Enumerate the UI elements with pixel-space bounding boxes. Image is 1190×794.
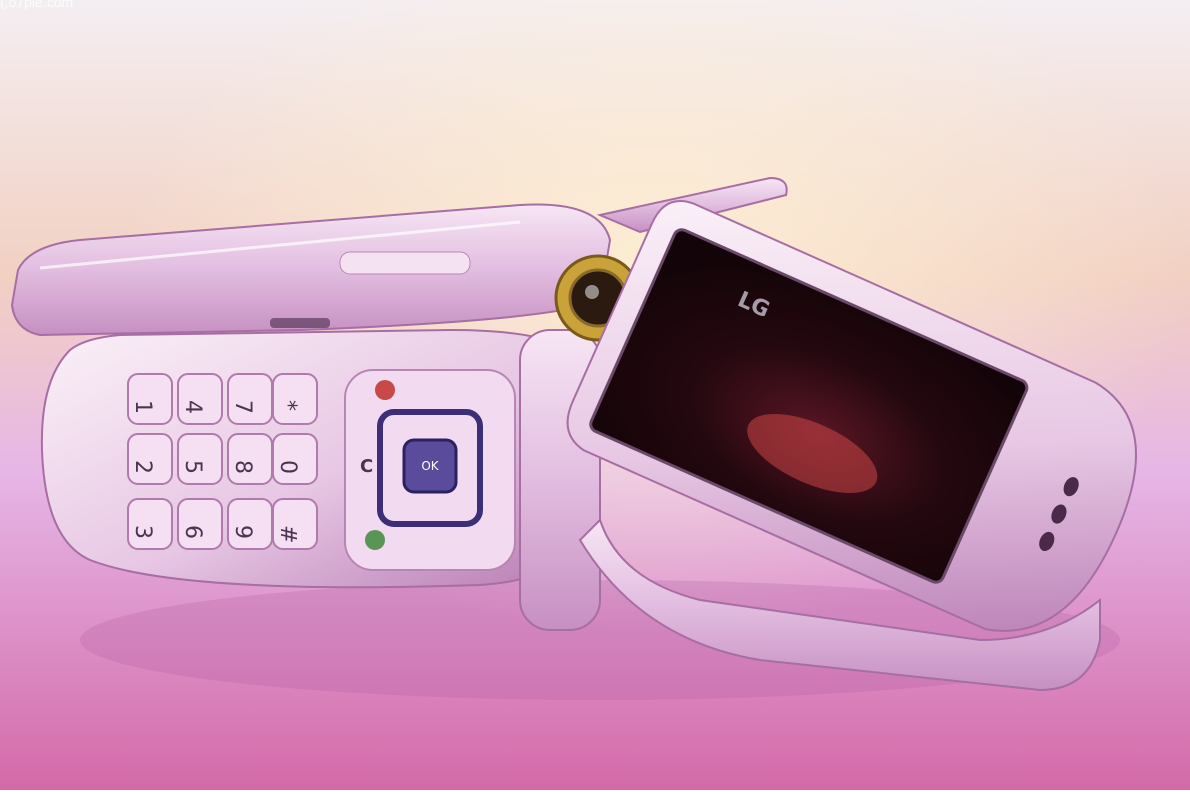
keypad-key-label: 2 xyxy=(130,460,155,474)
keypad-key-label: * xyxy=(275,400,300,411)
clear-key[interactable]: C xyxy=(360,456,373,477)
keypad-key-label: 5 xyxy=(180,460,205,474)
keypad-key[interactable]: 8 xyxy=(227,433,273,485)
call-icon[interactable] xyxy=(365,530,385,550)
phone-photo: 123456789*0# OK C LG xyxy=(0,0,1190,790)
keypad-key-label: # xyxy=(275,525,300,543)
keypad-key-label: 6 xyxy=(180,525,205,539)
keypad-key[interactable]: # xyxy=(272,498,318,550)
keypad-key-label: 4 xyxy=(180,400,205,414)
watermark: (,o7ple.com xyxy=(0,0,74,10)
keypad-key[interactable]: 6 xyxy=(177,498,223,550)
end-call-icon[interactable] xyxy=(375,380,395,400)
keypad-key-label: 7 xyxy=(230,400,255,414)
photo-scene: 1 2 3 4 5 6 7 8 9 * 0 # OK C LG (,o7ple.com xyxy=(0,0,1190,790)
keypad-key-label: 9 xyxy=(230,525,255,539)
keypad-key-label: 3 xyxy=(130,525,155,539)
keypad-key[interactable]: 2 xyxy=(127,433,173,485)
keypad-key-label: 0 xyxy=(275,460,300,474)
keypad-key[interactable]: 3 xyxy=(127,498,173,550)
keypad-key[interactable]: 5 xyxy=(177,433,223,485)
svg-text:OK: OK xyxy=(421,459,439,473)
keypad-key[interactable]: 0 xyxy=(272,433,318,485)
keypad-key[interactable]: * xyxy=(272,373,318,425)
keypad-base: 1 2 3 4 5 6 7 8 9 * 0 # OK C xyxy=(40,328,582,589)
keypad-key[interactable]: 1 xyxy=(127,373,173,425)
side-button xyxy=(339,251,471,275)
keypad-key[interactable]: 7 xyxy=(227,373,273,425)
keypad-key-label: 1 xyxy=(130,400,155,414)
keypad-key-label: 8 xyxy=(230,460,255,474)
keypad-key[interactable]: 4 xyxy=(177,373,223,425)
keypad-key[interactable]: 9 xyxy=(227,498,273,550)
